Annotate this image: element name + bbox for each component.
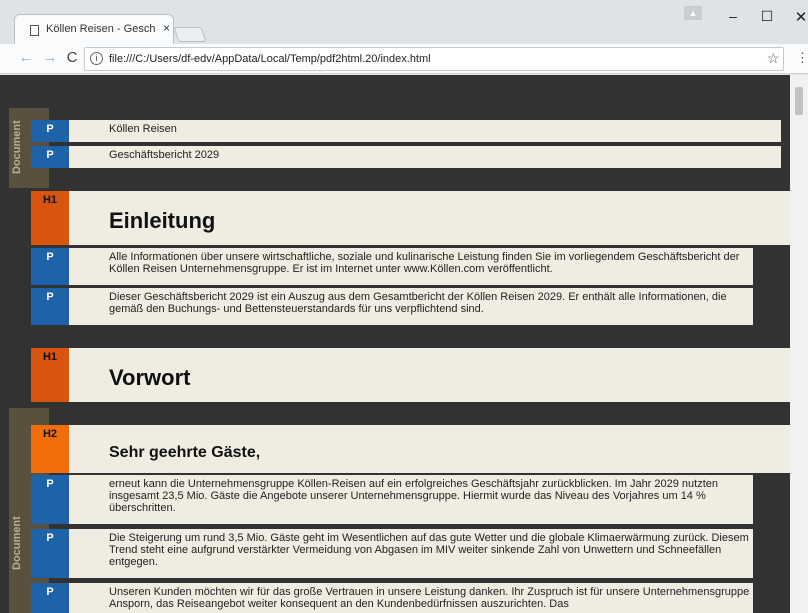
- paragraph-block: Die Steigerung um rund 3,5 Mio. Gäste ge…: [69, 529, 753, 578]
- maximize-button[interactable]: ☐: [752, 8, 782, 28]
- forward-arrow-icon[interactable]: →: [40, 49, 60, 66]
- tag-h1-label: H1: [31, 348, 69, 402]
- heading-block: Einleitung: [69, 191, 790, 245]
- new-tab-button[interactable]: [173, 27, 207, 42]
- tag-h1-label: H1: [31, 191, 69, 245]
- tag-p-label: P: [31, 475, 69, 524]
- tag-p-label: P: [31, 583, 69, 613]
- reload-icon[interactable]: C: [62, 49, 82, 66]
- close-window-button[interactable]: ✕: [786, 8, 808, 28]
- tag-p-label: P: [31, 120, 69, 142]
- heading-block: Sehr geehrte Gäste,: [69, 425, 790, 473]
- browser-toolbar: ← → C i file:///C:/Users/df-edv/AppData/…: [0, 44, 808, 74]
- document-label: Document: [11, 516, 23, 570]
- vertical-scrollbar[interactable]: [790, 75, 808, 613]
- bookmark-star-icon[interactable]: ☆: [767, 50, 780, 67]
- minimize-button[interactable]: –: [718, 8, 748, 28]
- page-viewport: Document Document P Köllen Reisen P Gesc…: [0, 75, 790, 613]
- browser-tab[interactable]: Köllen Reisen - Geschäfts ×: [14, 14, 174, 44]
- scrollbar-thumb[interactable]: [795, 87, 803, 115]
- profile-icon[interactable]: ▲: [684, 6, 702, 20]
- tag-p-label: P: [31, 248, 69, 285]
- info-icon[interactable]: i: [90, 52, 103, 65]
- paragraph-block: erneut kann die Unternehmensgruppe Kölle…: [69, 475, 753, 524]
- title-bar: Köllen Reisen - Geschäfts × ▲ – ☐ ✕: [0, 0, 808, 44]
- paragraph-block: Köllen Reisen: [69, 120, 781, 142]
- tab-title: Köllen Reisen - Geschäfts: [46, 23, 156, 35]
- tag-p-label: P: [31, 529, 69, 578]
- paragraph-block: Alle Informationen über unsere wirtschaf…: [69, 248, 753, 285]
- heading-block: Vorwort: [69, 348, 790, 402]
- document-icon: [30, 25, 39, 36]
- tag-p-label: P: [31, 288, 69, 325]
- paragraph-block: Dieser Geschäftsbericht 2029 ist ein Aus…: [69, 288, 753, 325]
- url-text[interactable]: file:///C:/Users/df-edv/AppData/Local/Te…: [109, 53, 431, 65]
- paragraph-block: Geschäftsbericht 2029: [69, 146, 781, 168]
- browser-menu-icon[interactable]: ⋮: [796, 50, 808, 66]
- document-label: Document: [11, 120, 23, 174]
- tab-close-icon[interactable]: ×: [163, 21, 170, 35]
- paragraph-block: Unseren Kunden möchten wir für das große…: [69, 583, 753, 613]
- address-bar[interactable]: i file:///C:/Users/df-edv/AppData/Local/…: [84, 47, 784, 71]
- back-arrow-icon[interactable]: ←: [16, 49, 36, 66]
- tag-h2-label: H2: [31, 425, 69, 473]
- tag-p-label: P: [31, 146, 69, 168]
